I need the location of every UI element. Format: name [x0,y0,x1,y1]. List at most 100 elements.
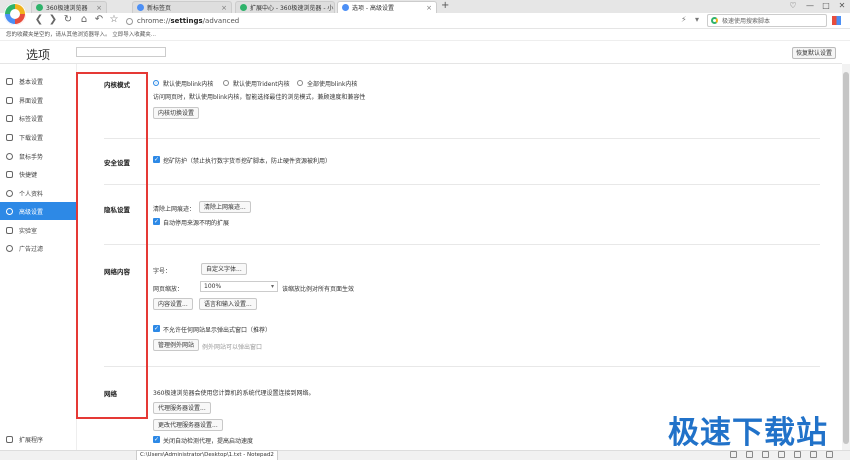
sidebar-item-interface[interactable]: 界面设置 [0,91,77,109]
kernel-description: 访问网页时，默认使用blink内核，智能选择最佳的浏览模式，兼顾速度和兼容性 [153,94,366,101]
gear-icon [6,77,13,85]
disable-proxy-detect-checkbox[interactable]: ✓ [153,436,160,443]
tab-close-icon[interactable]: × [93,4,102,12]
sidebar-item-mouse-gesture[interactable]: 鼠标手势 [0,147,77,165]
restore-defaults-button[interactable]: 恢复默认设置 [792,47,836,59]
undo-button[interactable]: ↶ [93,13,105,27]
radio-blink-default[interactable] [153,80,159,86]
disable-unknown-extensions-checkbox[interactable]: ✓ [153,218,160,225]
sidebar-item-tabs[interactable]: 标签设置 [0,109,77,127]
maximize-button[interactable]: □ [819,0,833,12]
section-divider [104,244,820,245]
tab-extension-center[interactable]: 扩展中心 - 360极速浏览器 - 小... × [235,1,335,13]
language-settings-button[interactable]: 语言和输入设置... [199,298,257,310]
status-bar [0,450,850,460]
block-popups-checkbox[interactable]: ✓ [153,325,160,332]
zoom-label: 网页缩放： [153,286,184,293]
manage-exceptions-button[interactable]: 管理例外网站 [153,339,200,351]
mining-protection-checkbox[interactable]: ✓ [153,156,160,163]
tab-favicon-icon [36,4,43,11]
sidebar-item-label: 标签设置 [19,115,44,123]
radio-label: 默认使用Trident内核 [233,81,290,88]
change-proxy-button[interactable]: 更改代理服务器设置... [153,419,223,431]
tab-new-tab[interactable]: 新标签页 × [132,1,232,13]
download-icon [6,133,13,141]
radio-blink-all[interactable] [297,80,303,86]
status-icon[interactable] [794,451,801,458]
zoom-select[interactable]: 100% [200,281,278,292]
status-icon[interactable] [810,451,817,458]
address-prefix: chrome:// [137,17,171,25]
address-path: /advanced [202,17,240,25]
bookmark-star-icon[interactable]: ☆ [108,13,120,27]
apps-grid-icon[interactable] [832,16,841,25]
back-button[interactable]: ❮ [33,13,45,27]
sidebar-item-label: 鼠标手势 [19,153,44,161]
sidebar-item-lab[interactable]: 实验室 [0,221,77,239]
sidebar-item-label: 界面设置 [19,97,44,105]
new-tab-button[interactable]: + [441,0,449,11]
tab-close-icon[interactable]: × [423,4,432,12]
status-icon[interactable] [778,451,785,458]
sidebar-item-advanced[interactable]: 高级设置 [0,202,77,220]
minimize-button[interactable]: — [803,0,817,12]
sidebar-item-label: 实验室 [19,227,38,235]
kernel-switch-button[interactable]: 内核切换设置 [153,107,200,119]
section-divider [104,184,820,185]
page-title: 选项 [26,48,51,62]
page-info-icon[interactable] [126,17,133,25]
content-settings-button[interactable]: 内容设置... [153,298,193,310]
sidebar-item-label: 基本设置 [19,78,44,86]
radio-trident-default[interactable] [223,80,229,86]
bookmark-bar[interactable]: 您的收藏夹是空的，请从其他浏览器导入。 立即导入收藏夹... [0,30,850,41]
status-icon[interactable] [762,451,769,458]
section-divider [104,138,820,139]
tab-settings-advanced[interactable]: 选项 - 高级设置 × [337,1,437,13]
address-bar[interactable]: chrome://settings/advanced [126,15,680,27]
font-size-label: 字号： [153,268,172,275]
lightning-icon[interactable]: ⚡ [681,15,687,24]
search-engine-icon [711,17,718,24]
status-icon[interactable] [730,451,737,458]
status-icon[interactable] [746,451,753,458]
tab-360-browser[interactable]: 360极速浏览器 × [31,1,107,13]
zoom-description: 该缩放比例对所有页面生效 [282,286,355,293]
network-description: 360极速浏览器会使用您计算机的系统代理设置连接到网络。 [153,390,315,397]
close-window-button[interactable]: ✕ [835,0,849,12]
proxy-settings-button[interactable]: 代理服务器设置... [153,402,211,414]
chevron-down-icon[interactable]: ▾ [695,15,699,24]
settings-search-input[interactable] [76,47,166,57]
radio-label: 全部使用blink内核 [307,81,358,88]
home-button[interactable]: ⌂ [78,13,90,27]
section-divider [104,366,820,367]
search-placeholder: 极速使用搜索脚本 [722,18,771,25]
browser-logo-icon[interactable] [4,3,26,25]
tab-label: 扩展中心 - 360极速浏览器 - 小... [250,5,335,12]
sidebar-item-download[interactable]: 下载设置 [0,128,77,146]
reload-button[interactable]: ↻ [62,13,74,27]
scrollbar-thumb[interactable] [843,72,849,444]
tab-icon [6,114,13,122]
status-icon[interactable] [826,451,833,458]
address-host: settings [170,17,203,25]
sidebar-item-label: 下载设置 [19,134,44,142]
sidebar-item-extensions[interactable]: 扩展程序 [0,430,77,448]
sidebar-item-profile[interactable]: 个人资料 [0,184,77,202]
user-icon [6,189,13,197]
sidebar-item-basic[interactable]: 基本设置 [0,72,77,90]
clear-history-button[interactable]: 清除上网痕迹... [199,201,251,213]
checkbox-label: 挖矿防护（禁止执行数字货币挖矿脚本，防止硬件资源被利用） [163,158,332,165]
shirt-icon[interactable]: ♡ [786,0,800,12]
custom-font-button[interactable]: 自定义字体... [201,263,247,275]
radio-label: 默认使用blink内核 [163,81,214,88]
checkbox-label: 关闭自动检测代理，提高启动速度 [163,438,254,445]
sidebar-item-shortcuts[interactable]: 快捷键 [0,165,77,183]
extension-icon [6,435,13,443]
forward-button[interactable]: ❯ [47,13,59,27]
tab-close-icon[interactable]: × [218,4,227,12]
sidebar-item-label: 高级设置 [19,208,44,216]
sidebar-item-adblock[interactable]: 广告过滤 [0,239,77,257]
search-input[interactable]: 极速使用搜索脚本 [707,14,827,27]
keyboard-icon [6,170,13,178]
advanced-settings-icon [6,207,13,215]
